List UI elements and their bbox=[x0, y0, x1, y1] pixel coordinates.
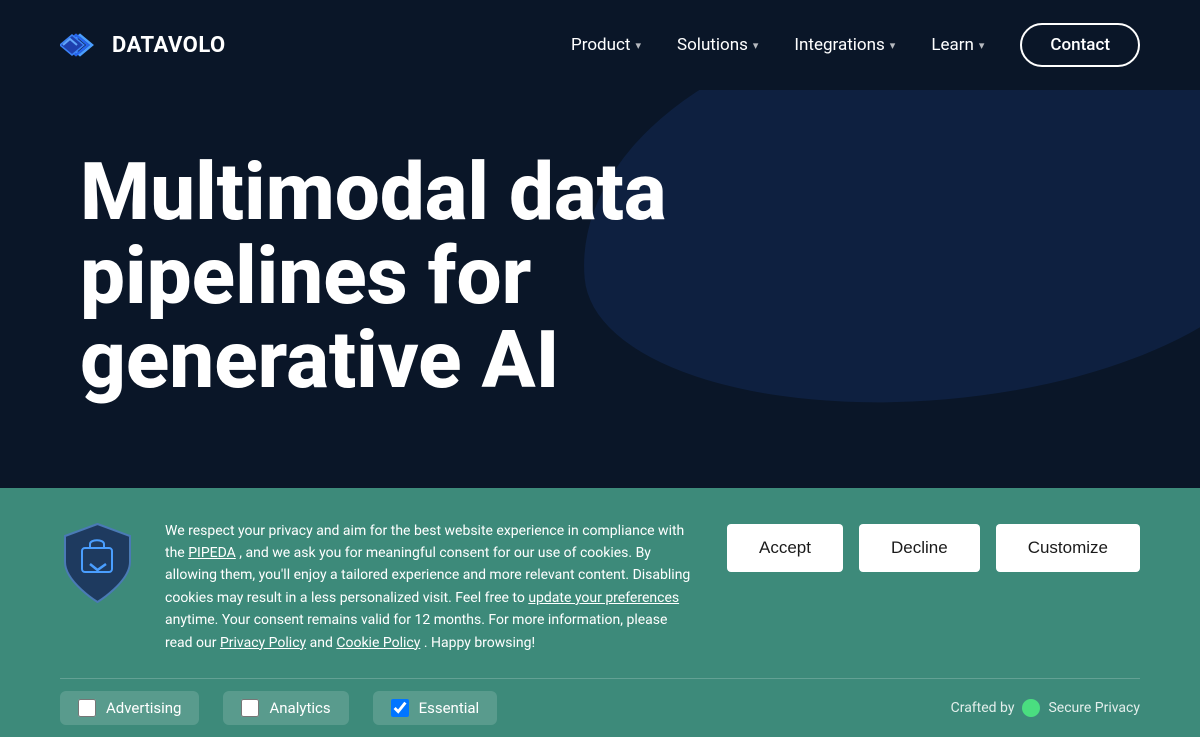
cookie-category-essential[interactable]: Essential bbox=[373, 691, 498, 725]
cookie-main-row: We respect your privacy and aim for the … bbox=[60, 520, 1140, 678]
chevron-down-icon: ▾ bbox=[753, 39, 759, 52]
cookie-action-buttons: Accept Decline Customize bbox=[727, 520, 1140, 572]
cookie-categories: Advertising Analytics Essential bbox=[60, 691, 497, 725]
cookie-category-analytics[interactable]: Analytics bbox=[223, 691, 348, 725]
customize-button[interactable]: Customize bbox=[996, 524, 1140, 572]
nav-product[interactable]: Product ▾ bbox=[571, 35, 641, 55]
pipeda-link[interactable]: PIPEDA bbox=[188, 545, 236, 561]
nav-solutions[interactable]: Solutions ▾ bbox=[677, 35, 758, 55]
chevron-down-icon: ▾ bbox=[979, 39, 985, 52]
navbar: DATAVOLO Product ▾ Solutions ▾ Integrati… bbox=[0, 0, 1200, 90]
logo-icon bbox=[60, 31, 102, 59]
cookie-footer: Advertising Analytics Essential Crafted … bbox=[60, 678, 1140, 737]
chevron-down-icon: ▾ bbox=[890, 39, 896, 52]
accept-button[interactable]: Accept bbox=[727, 524, 843, 572]
essential-checkbox[interactable] bbox=[391, 699, 409, 717]
preferences-link[interactable]: update your preferences bbox=[528, 590, 679, 606]
hero-title: Multimodal data pipelines for generative… bbox=[80, 150, 780, 402]
logo-wordmark: DATAVOLO bbox=[112, 33, 226, 58]
nav-integrations[interactable]: Integrations ▾ bbox=[794, 35, 895, 55]
secure-privacy-icon bbox=[1022, 699, 1040, 717]
advertising-checkbox[interactable] bbox=[78, 699, 96, 717]
decline-button[interactable]: Decline bbox=[859, 524, 980, 572]
analytics-checkbox[interactable] bbox=[241, 699, 259, 717]
privacy-policy-link[interactable]: Privacy Policy bbox=[220, 635, 306, 651]
nav-links: Product ▾ Solutions ▾ Integrations ▾ Lea… bbox=[571, 23, 1140, 67]
cookie-policy-link[interactable]: Cookie Policy bbox=[336, 635, 420, 651]
cookie-body-text: We respect your privacy and aim for the … bbox=[165, 520, 697, 654]
chevron-down-icon: ▾ bbox=[635, 39, 641, 52]
cookie-banner: We respect your privacy and aim for the … bbox=[0, 488, 1200, 737]
contact-button[interactable]: Contact bbox=[1020, 23, 1140, 67]
cookie-shield-icon bbox=[60, 520, 135, 605]
cookie-category-advertising[interactable]: Advertising bbox=[60, 691, 199, 725]
hero-content: Multimodal data pipelines for generative… bbox=[0, 90, 1200, 402]
crafted-by: Crafted by Secure Privacy bbox=[951, 699, 1140, 717]
logo[interactable]: DATAVOLO bbox=[60, 31, 226, 59]
nav-learn[interactable]: Learn ▾ bbox=[931, 35, 984, 55]
